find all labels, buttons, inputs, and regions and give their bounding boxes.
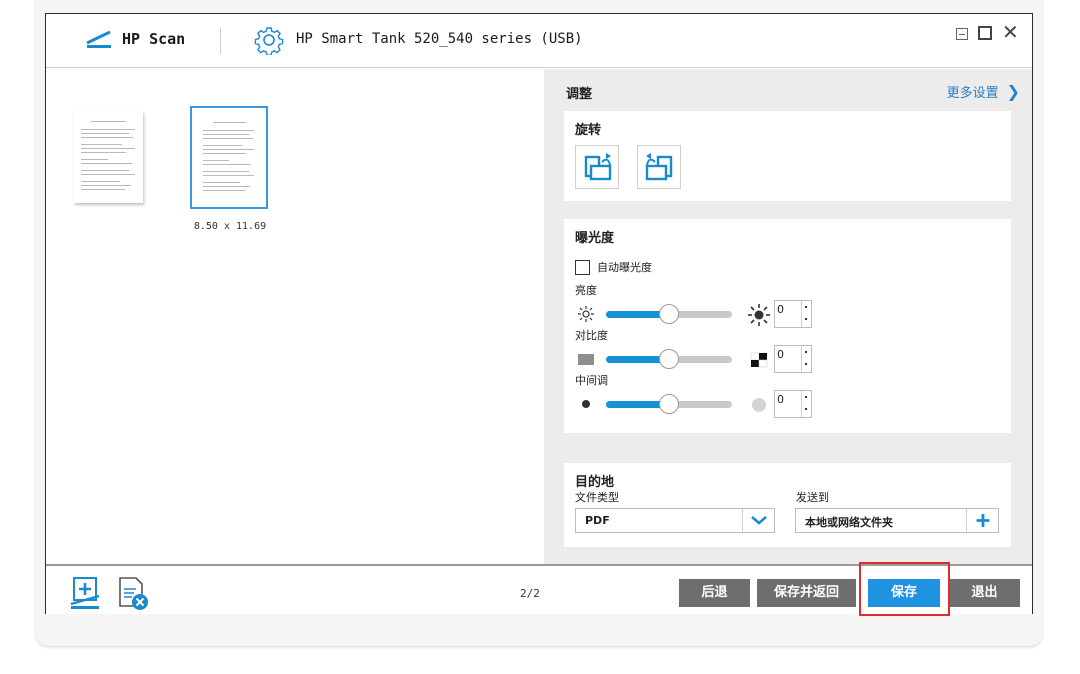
midtone-slider-thumb[interactable]	[659, 394, 679, 414]
contrast-label: 对比度	[575, 329, 608, 342]
close-button[interactable]: ✕	[1002, 22, 1020, 42]
chevron-right-icon: ❯	[1006, 82, 1020, 101]
contrast-value: 0	[777, 348, 784, 361]
auto-exposure-checkbox[interactable]	[575, 260, 590, 275]
send-to-label: 发送到	[796, 491, 829, 504]
delete-page-icon[interactable]	[116, 575, 150, 611]
preview-pane: 8.50 x 11.69	[46, 69, 544, 564]
scanner-icon	[86, 30, 111, 48]
midtone-row: 0	[575, 390, 1005, 418]
app-name: HP Scan	[122, 30, 186, 48]
title-divider	[220, 28, 221, 54]
file-type-dropdown-button[interactable]	[742, 509, 774, 532]
rotate-heading: 旋转	[575, 123, 602, 138]
file-type-select[interactable]: PDF	[575, 508, 775, 533]
save-and-return-button[interactable]: 保存并返回	[757, 579, 856, 607]
maximize-button[interactable]	[978, 26, 992, 40]
destination-panel: 目的地 文件类型 发送到 PDF 本地或网络文件夹	[564, 463, 1011, 547]
back-button[interactable]: 后退	[679, 579, 750, 607]
dark-dot-icon	[582, 400, 590, 408]
page-count: 2/2	[520, 587, 540, 600]
add-destination-button[interactable]	[966, 509, 998, 532]
send-to-select[interactable]: 本地或网络文件夹	[795, 508, 999, 533]
contrast-slider-thumb[interactable]	[659, 349, 679, 369]
file-type-value: PDF	[585, 514, 610, 527]
contrast-high-icon	[750, 352, 768, 368]
settings-pane: 调整 更多设置 ❯ 旋转 曝光度 自动曝光度 亮度 0 对比度 0 中间调 0 …	[544, 69, 1032, 564]
file-type-label: 文件类型	[575, 491, 619, 504]
brightness-slider[interactable]	[606, 304, 732, 324]
page-thumbnail-1[interactable]	[74, 111, 143, 203]
plus-icon	[976, 514, 990, 527]
page-size-label: 8.50 x 11.69	[193, 221, 267, 232]
rotate-left-icon	[584, 153, 612, 181]
midtone-slider[interactable]	[606, 394, 732, 414]
brightness-value: 0	[777, 303, 784, 316]
device-name: HP Smart Tank 520_540 series (USB)	[296, 31, 583, 47]
rotate-panel: 旋转	[564, 111, 1011, 201]
contrast-slider[interactable]	[606, 349, 732, 369]
title-bar: HP Scan HP Smart Tank 520_540 series (US…	[46, 14, 1032, 68]
rotate-left-button[interactable]	[575, 145, 619, 189]
contrast-low-icon	[578, 354, 594, 365]
exposure-panel: 曝光度 自动曝光度 亮度 0 对比度 0 中间调 0	[564, 219, 1011, 433]
brightness-slider-thumb[interactable]	[659, 304, 679, 324]
adjust-heading: 调整	[566, 87, 593, 102]
sun-small-icon	[578, 306, 594, 322]
more-settings-link[interactable]: 更多设置 ❯	[947, 82, 1020, 101]
add-scan-icon[interactable]	[68, 575, 102, 611]
rotate-right-icon	[645, 153, 673, 181]
rotate-right-button[interactable]	[637, 145, 681, 189]
send-to-value: 本地或网络文件夹	[805, 516, 893, 529]
exposure-heading: 曝光度	[575, 231, 615, 246]
brightness-row: 0	[575, 300, 1005, 328]
hp-scan-window: HP Scan HP Smart Tank 520_540 series (US…	[45, 13, 1033, 616]
save-button-highlight	[859, 562, 950, 616]
light-dot-icon	[752, 398, 766, 412]
midtone-value: 0	[777, 393, 784, 406]
contrast-stepper-arrows[interactable]	[801, 346, 811, 372]
gear-icon[interactable]	[254, 25, 284, 55]
minimize-button[interactable]	[956, 28, 968, 40]
exit-button[interactable]: 退出	[949, 579, 1020, 607]
destination-heading: 目的地	[575, 475, 615, 490]
midtone-label: 中间调	[575, 374, 608, 387]
brightness-stepper[interactable]: 0	[774, 300, 812, 328]
sun-large-icon	[748, 304, 770, 326]
midtone-stepper-arrows[interactable]	[801, 391, 811, 417]
more-settings-label: 更多设置	[946, 86, 999, 101]
contrast-stepper[interactable]: 0	[774, 345, 812, 373]
brightness-stepper-arrows[interactable]	[801, 301, 811, 327]
chevron-down-icon	[751, 516, 767, 525]
brightness-label: 亮度	[575, 284, 597, 297]
auto-exposure-label: 自动曝光度	[597, 261, 652, 274]
page-thumbnail-2[interactable]	[196, 112, 262, 203]
contrast-row: 0	[575, 345, 1005, 373]
midtone-stepper[interactable]: 0	[774, 390, 812, 418]
